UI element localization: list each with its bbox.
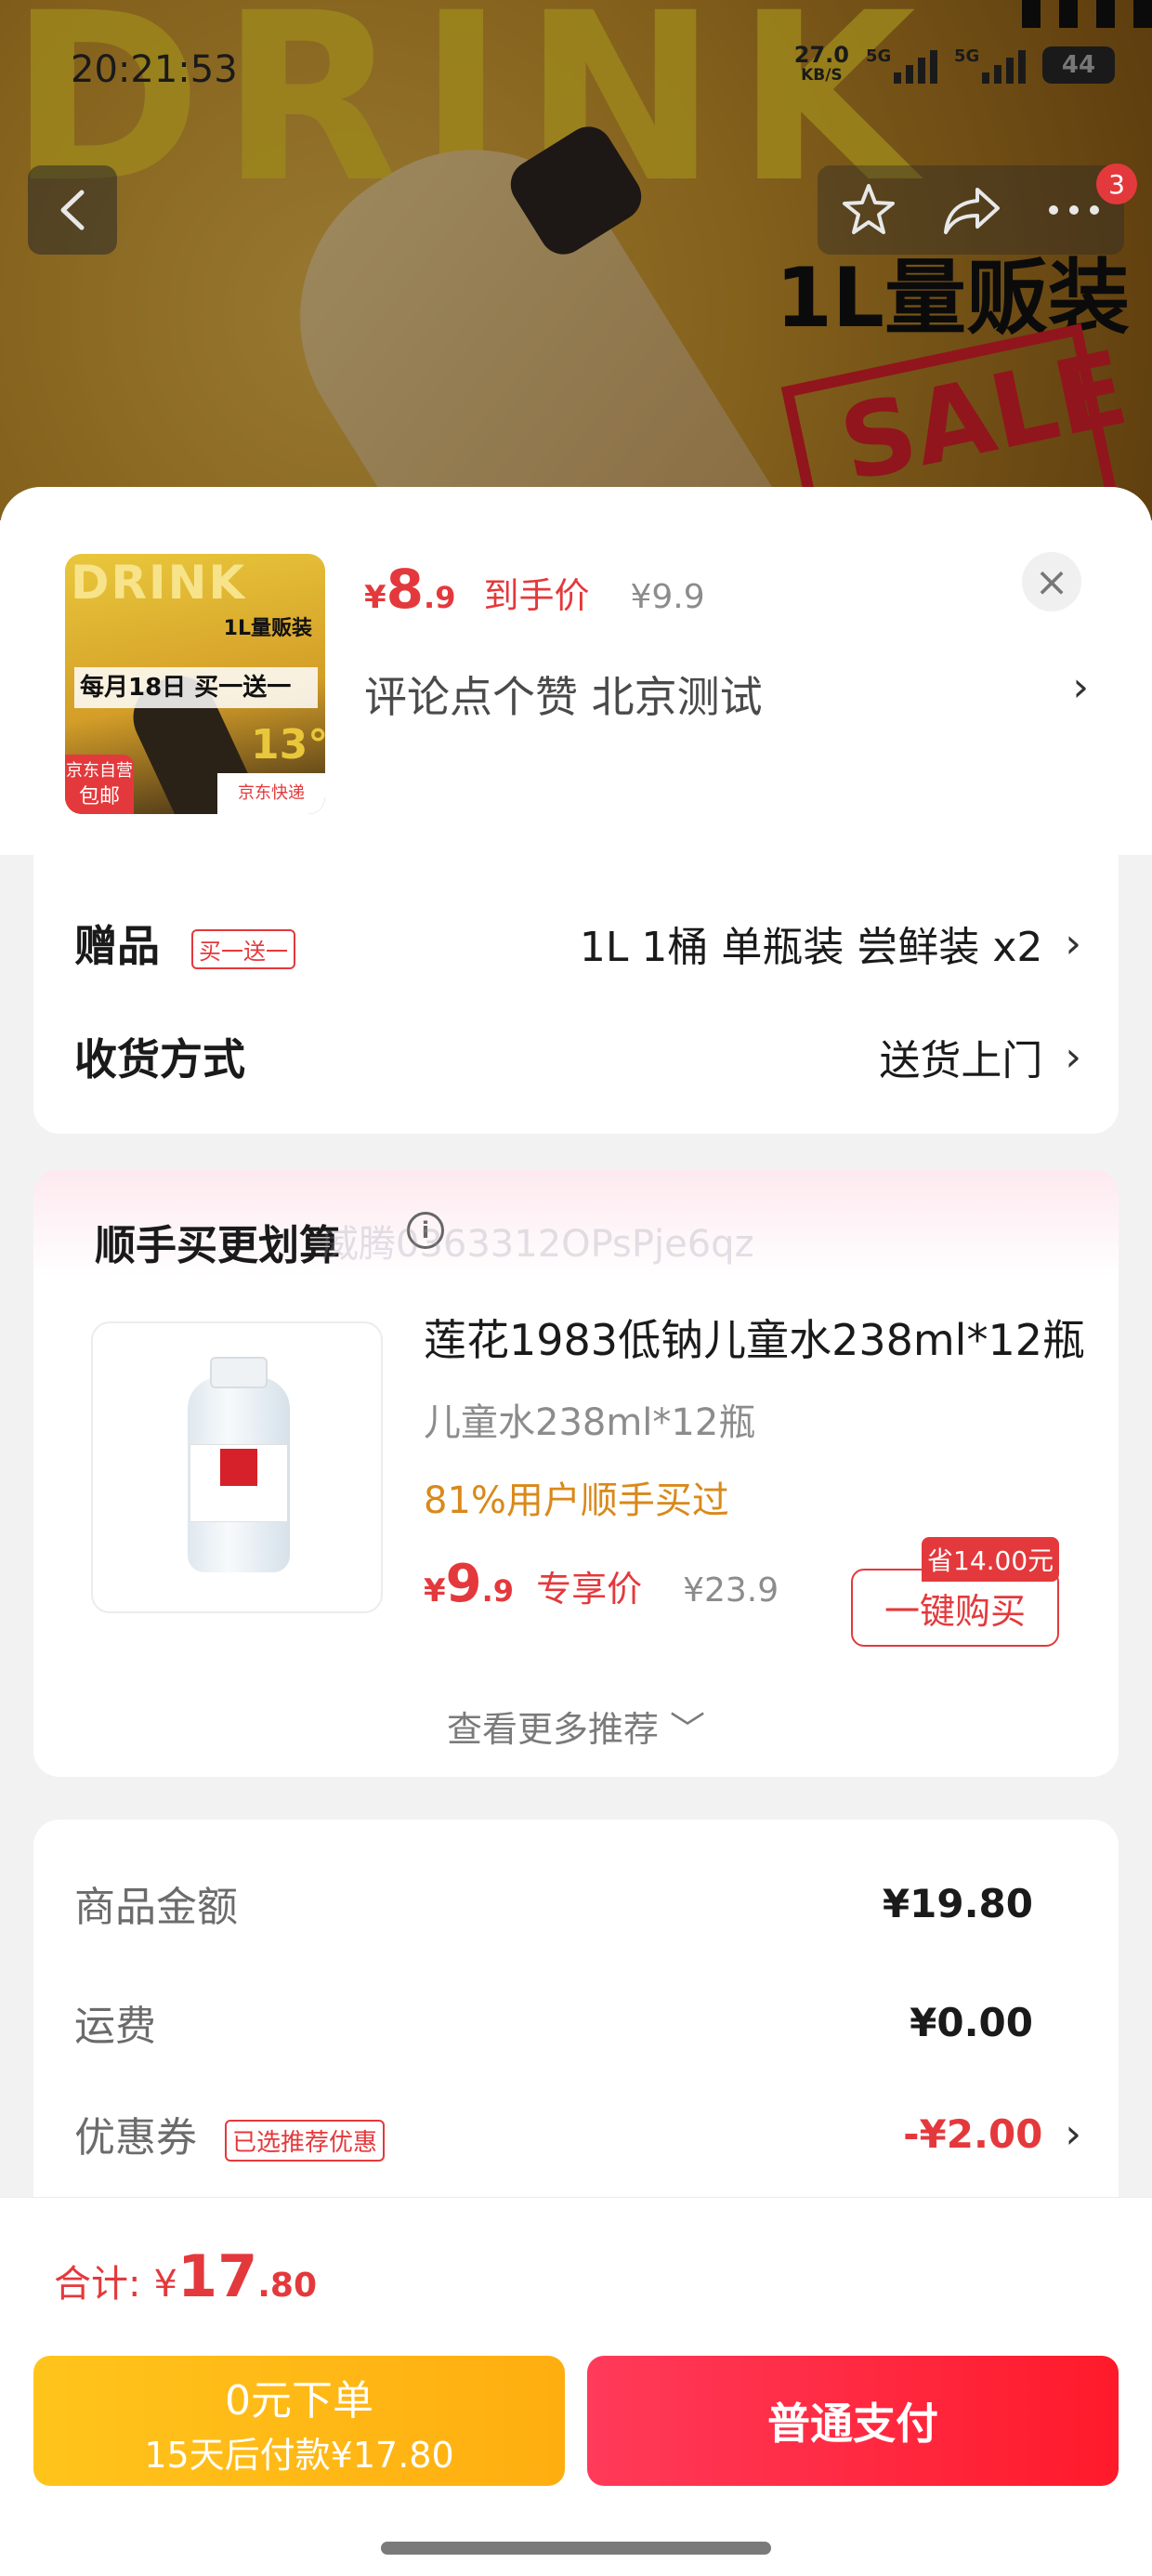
network-type-2: 5G <box>954 46 980 66</box>
close-button[interactable]: × <box>1022 552 1081 611</box>
coupon-label-group: 优惠券 已选推荐优惠 <box>74 2104 386 2163</box>
network-speed-value: 27.0 <box>793 42 849 68</box>
original-price: ¥9.9 <box>630 578 705 616</box>
price-decimal: .9 <box>481 1573 515 1609</box>
price-decimal: .9 <box>424 580 456 615</box>
gift-value-group: 1L 1桶 单瓶装 尝鲜装 x2 › <box>580 913 1081 973</box>
price-integer: 9 <box>445 1554 482 1614</box>
free-shipping-line1: 京东自营 <box>66 761 133 781</box>
shipping-row: 运费 ¥0.00 <box>74 1992 1081 2052</box>
delivery-row[interactable]: 收货方式 送货上门 › <box>74 1026 1081 1087</box>
back-arrow-icon <box>60 190 85 230</box>
chevron-right-icon: › <box>1072 664 1089 711</box>
recommended-product-name[interactable]: 莲花1983低钠儿童水238ml*12瓶 <box>424 1307 1093 1368</box>
top-action-bar <box>818 165 1124 255</box>
total-integer: 17 <box>177 2242 258 2310</box>
total-symbol: ¥ <box>153 2263 177 2306</box>
coupon-row[interactable]: 优惠券 已选推荐优惠 -¥2.00 › <box>74 2104 1081 2163</box>
recommended-product-spec: 儿童水238ml*12瓶 <box>424 1401 756 1444</box>
coupon-value: -¥2.00 <box>903 2110 1043 2157</box>
network-speed: 27.0 KB/S <box>793 42 849 85</box>
notification-badge: 3 <box>1096 164 1137 204</box>
product-thumbnail: DRINK 1L量贩装 每月18日 买一送一 13° 京东自营 包邮 京东快递 <box>65 554 325 814</box>
network-speed-unit: KB/S <box>801 66 843 85</box>
save-badge: 省14.00元 <box>922 1537 1060 1582</box>
battery-icon: 44 <box>1042 46 1115 84</box>
favorite-star-icon[interactable] <box>840 181 897 239</box>
gift-label-group: 赠品 买一送一 <box>74 913 296 974</box>
order-options-card: 赠品 买一送一 1L 1桶 单瓶装 尝鲜装 x2 › 收货方式 送货上门 › <box>33 855 1119 1134</box>
shipping-value: ¥0.00 <box>910 1999 1033 2045</box>
gift-row[interactable]: 赠品 买一送一 1L 1桶 单瓶装 尝鲜装 x2 › <box>74 913 1081 974</box>
thumbnail-size: 1L量贩装 <box>223 617 312 640</box>
checkout-footer: 合计: ¥ 17 .80 0元下单 15天后付款¥17.80 普通支付 <box>0 2197 1152 2576</box>
delivery-value-group: 送货上门 › <box>879 1027 1081 1086</box>
battery-level: 44 <box>1061 51 1096 79</box>
total-label: 合计: <box>54 2263 141 2306</box>
product-summary: DRINK 1L量贩装 每月18日 买一送一 13° 京东自营 包邮 京东快递 … <box>0 487 1152 855</box>
status-icons: 27.0 KB/S 5G 5G 44 <box>793 42 1115 85</box>
thumbnail-brand: DRINK <box>71 556 247 610</box>
goods-amount-value: ¥19.80 <box>882 1880 1033 1926</box>
coupon-value-group: -¥2.00 › <box>903 2110 1081 2158</box>
bought-ratio: 81%用户顺手买过 <box>424 1479 729 1522</box>
pay-later-button[interactable]: 0元下单 15天后付款¥17.80 <box>33 2356 565 2486</box>
gift-value: 1L 1桶 单瓶装 尝鲜装 x2 <box>579 924 1043 971</box>
watermark-text: 威腾0363312OPsPje6qz <box>321 1223 754 1266</box>
product-subtitle: 评论点个赞 北京测试 <box>364 672 763 722</box>
shipping-label: 运费 <box>74 2003 156 2050</box>
pay-later-title: 0元下单 <box>225 2377 373 2425</box>
gift-tag: 买一送一 <box>191 929 296 969</box>
price-integer: 8 <box>386 558 425 621</box>
recommended-product-image[interactable] <box>91 1321 383 1613</box>
chevron-right-icon: › <box>1065 1032 1081 1081</box>
recommendation-title: 顺手买更划算 <box>95 1222 340 1269</box>
recommendation-card: 顺手买更划算 i 威腾0363312OPsPje6qz 莲花1983低钠儿童水2… <box>33 1169 1119 1777</box>
signal-icon: 5G <box>954 46 1026 84</box>
free-shipping-line2: 包邮 <box>78 785 120 808</box>
goods-amount-label: 商品金额 <box>74 1884 238 1931</box>
share-icon[interactable] <box>942 182 1001 238</box>
water-bottle-cap <box>210 1357 268 1388</box>
back-button[interactable] <box>28 165 117 255</box>
gift-label: 赠品 <box>74 921 160 971</box>
close-icon: × <box>1034 558 1069 606</box>
free-shipping-badge: 京东自营 包邮 <box>65 755 134 814</box>
goods-amount-row: 商品金额 ¥19.80 <box>74 1873 1081 1933</box>
chevron-right-icon: › <box>1065 919 1081 967</box>
chevron-right-icon: › <box>1065 2109 1081 2158</box>
product-subtitle-row[interactable]: 评论点个赞 北京测试 › <box>364 664 1089 725</box>
price-symbol: ¥ <box>364 579 386 616</box>
price-symbol: ¥ <box>424 1572 446 1610</box>
more-options-icon[interactable] <box>1046 201 1102 219</box>
coupon-label: 优惠券 <box>74 2114 197 2162</box>
signal-icon: 5G <box>866 46 937 84</box>
coupon-tag: 已选推荐优惠 <box>225 2119 386 2162</box>
price-label: 到手价 <box>483 575 590 616</box>
pay-later-subtitle: 15天后付款¥17.80 <box>144 2435 454 2476</box>
normal-pay-button[interactable]: 普通支付 <box>587 2356 1119 2486</box>
water-bottle-label <box>190 1444 288 1522</box>
delivery-label: 收货方式 <box>74 1034 245 1084</box>
thumbnail-degree: 13° <box>251 721 325 769</box>
product-price: ¥ 8 .9 到手价 ¥9.9 <box>364 558 705 621</box>
price-label: 专享价 <box>536 1569 643 1610</box>
recommended-price: ¥ 9 .9 专享价 ¥23.9 <box>424 1554 779 1614</box>
delivery-value: 送货上门 <box>879 1037 1043 1084</box>
more-recommendations-link[interactable]: 查看更多推荐 ﹀ <box>33 1701 1119 1752</box>
express-badge: 京东快递 <box>217 773 325 814</box>
network-type-1: 5G <box>866 46 892 66</box>
more-recommendations-label: 查看更多推荐 <box>446 1709 659 1750</box>
original-price: ¥23.9 <box>683 1571 779 1610</box>
chevron-down-icon: ﹀ <box>670 1709 706 1750</box>
thumbnail-promo: 每月18日 买一送一 <box>74 667 318 708</box>
total-decimal: .80 <box>257 2267 317 2305</box>
home-indicator[interactable] <box>381 2542 771 2555</box>
status-time: 20:21:53 <box>71 48 238 91</box>
order-total: 合计: ¥ 17 .80 <box>54 2242 317 2310</box>
